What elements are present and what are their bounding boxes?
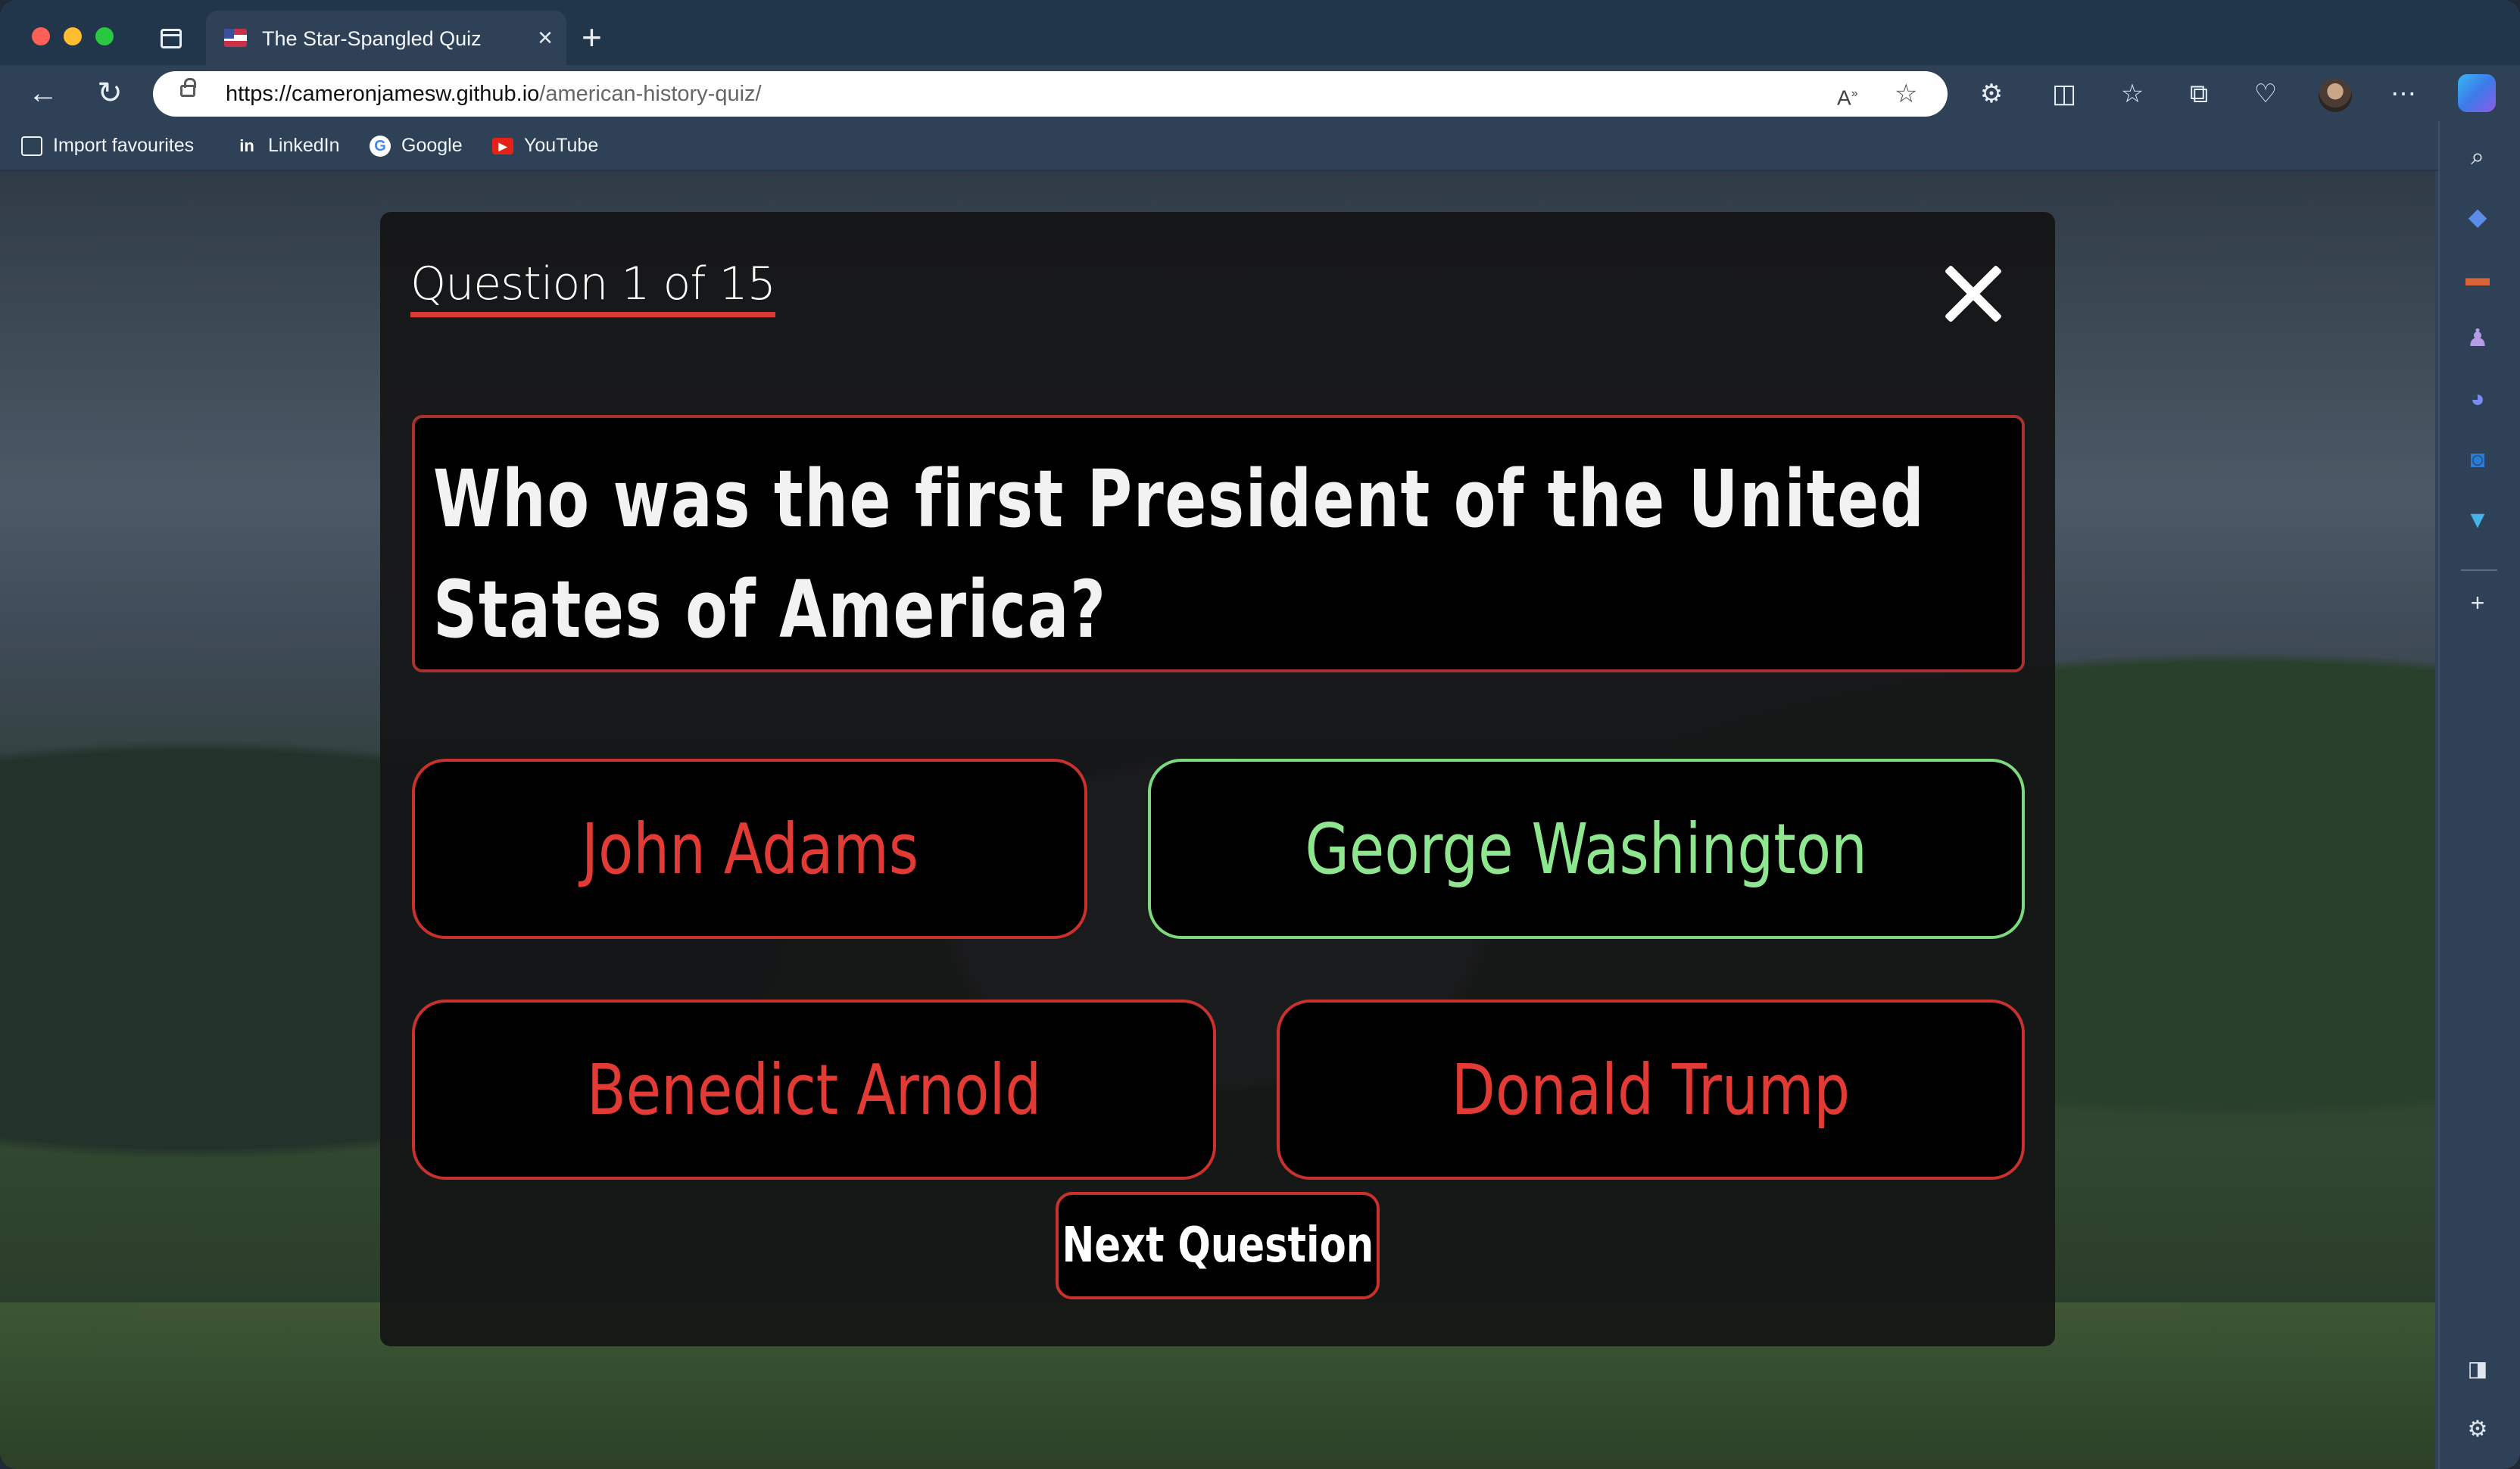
linkedin-icon: in <box>236 136 257 158</box>
browser-essentials-icon[interactable]: ♡ <box>2250 79 2281 109</box>
google-icon: G <box>370 136 391 158</box>
next-question-button[interactable]: Next Question <box>1056 1192 1380 1299</box>
web-page: Question 1 of 15 Who was the first Presi… <box>0 171 2435 1469</box>
answer-label: George Washington <box>1305 808 1868 890</box>
more-options-icon[interactable]: ⋯ <box>2388 79 2419 109</box>
search-icon[interactable]: ⌕ <box>2461 139 2494 173</box>
settings-gear-icon[interactable]: ⚙ <box>2461 1413 2494 1446</box>
answer-label: John Adams <box>581 808 918 890</box>
new-tab-button[interactable]: + <box>582 20 602 55</box>
sidebar-separator <box>2461 569 2497 571</box>
bookmark-label: LinkedIn <box>268 135 340 156</box>
quiz-panel: Question 1 of 15 Who was the first Presi… <box>380 212 2055 1346</box>
url-host: https://cameronjamesw.github.io <box>226 82 540 106</box>
close-quiz-icon[interactable] <box>1941 262 2005 326</box>
browser-window: The Star-Spangled Quiz × + ← ↻ https://c… <box>0 0 2520 1469</box>
bookmark-linkedin[interactable]: in LinkedIn <box>236 132 340 159</box>
edge-sidebar: ⌕ ◆ ▬ ♟ ◕ ◙ ▼ + ◨ ⚙ <box>2438 121 2520 1469</box>
minimize-window-button[interactable] <box>64 27 82 45</box>
outlook-icon[interactable]: ◙ <box>2461 442 2494 476</box>
import-icon <box>21 136 42 157</box>
collections-icon[interactable]: ⧉ <box>2184 79 2214 109</box>
bookmark-label: Google <box>401 135 463 156</box>
maximize-window-button[interactable] <box>95 27 114 45</box>
bookmark-youtube[interactable]: ▶ YouTube <box>492 132 598 159</box>
microsoft-365-icon[interactable]: ◕ <box>2461 382 2494 415</box>
browser-tab-active[interactable]: The Star-Spangled Quiz × <box>206 11 566 65</box>
url-path: /american-history-quiz/ <box>539 82 762 106</box>
close-window-button[interactable] <box>32 27 50 45</box>
question-line-1: Who was the first President of the Unite… <box>433 453 1926 545</box>
tab-actions-icon[interactable] <box>161 29 182 48</box>
refresh-icon[interactable]: ↻ <box>92 76 127 111</box>
answer-label: Benedict Arnold <box>586 1049 1042 1131</box>
question-counter: Question 1 of 15 <box>410 257 776 317</box>
lock-icon[interactable] <box>180 78 196 97</box>
profile-avatar[interactable] <box>2319 79 2352 112</box>
bookmark-google[interactable]: G Google <box>370 132 463 159</box>
answer-button-benedict-arnold[interactable]: Benedict Arnold <box>412 1000 1216 1180</box>
copilot-icon[interactable] <box>2458 74 2496 112</box>
youtube-icon: ▶ <box>492 138 513 155</box>
title-bar: The Star-Spangled Quiz × + <box>0 0 2520 65</box>
read-aloud-icon[interactable]: A» <box>1837 79 1858 113</box>
us-flag-favicon-icon <box>224 29 247 47</box>
hide-sidebar-icon[interactable]: ◨ <box>2461 1352 2494 1386</box>
answer-button-donald-trump[interactable]: Donald Trump <box>1277 1000 2025 1180</box>
browser-toolbar: ← ↻ https://cameronjamesw.github.io/amer… <box>0 65 2520 121</box>
tab-title: The Star-Spangled Quiz <box>262 27 482 50</box>
drop-icon[interactable]: ▼ <box>2461 503 2494 536</box>
address-bar[interactable]: https://cameronjamesw.github.io/american… <box>153 71 1948 117</box>
tools-briefcase-icon[interactable]: ▬ <box>2461 260 2494 294</box>
bookmarks-bar: Import favourites in LinkedIn G Google ▶ Yo… <box>0 121 2438 171</box>
games-icon[interactable]: ♟ <box>2461 321 2494 354</box>
answer-label: Donald Trump <box>1451 1049 1851 1131</box>
question-text: Who was the first President of the Unite… <box>433 444 1926 665</box>
add-icon[interactable]: + <box>2461 586 2494 619</box>
question-line-2: States of America? <box>433 563 1107 656</box>
next-question-label: Next Question <box>1062 1218 1374 1274</box>
bookmark-import-favourites[interactable]: Import favourites <box>21 132 194 159</box>
tab-close-icon[interactable]: × <box>538 23 553 53</box>
answer-button-george-washington[interactable]: George Washington <box>1148 759 2025 939</box>
bookmark-label: YouTube <box>524 135 599 156</box>
extensions-icon[interactable]: ⚙ <box>1976 79 2007 109</box>
favorite-star-icon[interactable]: ☆ <box>1895 79 1917 109</box>
back-arrow-icon[interactable]: ← <box>26 76 61 111</box>
question-box: Who was the first President of the Unite… <box>412 415 2025 672</box>
split-screen-icon[interactable]: ◫ <box>2049 79 2079 109</box>
bookmark-label: Import favourites <box>53 135 195 156</box>
url-text[interactable]: https://cameronjamesw.github.io/american… <box>226 82 762 107</box>
favorites-icon[interactable]: ☆ <box>2117 79 2147 109</box>
shopping-tag-icon[interactable]: ◆ <box>2461 200 2494 233</box>
answer-button-john-adams[interactable]: John Adams <box>412 759 1087 939</box>
